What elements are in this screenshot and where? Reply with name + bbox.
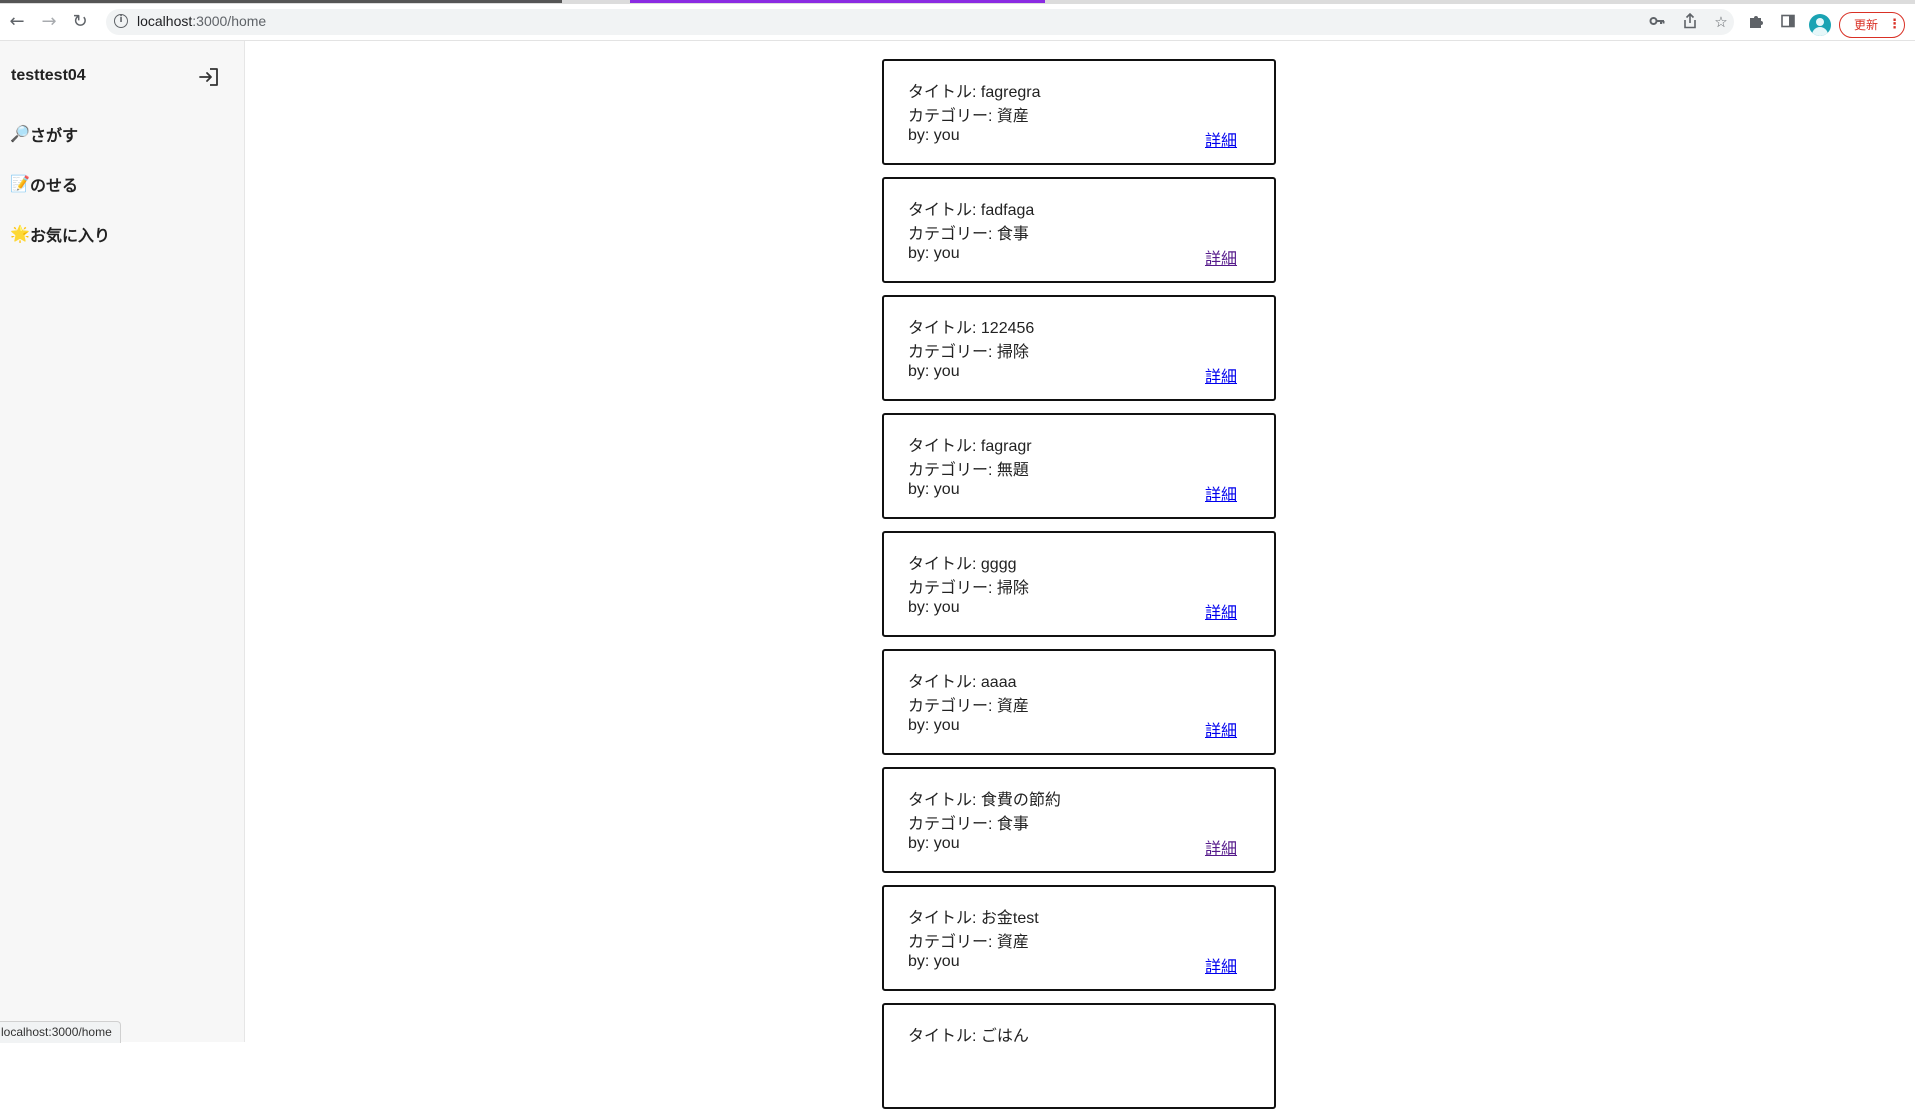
post-card: タイトル: fagragr カテゴリー: 無題 by: you 詳細 bbox=[882, 413, 1276, 519]
menu-item-post[interactable]: 📝 のせる bbox=[10, 172, 78, 196]
card-title: タイトル: gggg bbox=[908, 556, 1017, 573]
user-name: testtest04 bbox=[11, 67, 86, 84]
url-path: :3000/home bbox=[192, 13, 267, 29]
magnifier-icon: 🔎 bbox=[10, 126, 30, 143]
card-title: タイトル: fadfaga bbox=[908, 202, 1035, 219]
address-bar-url[interactable]: localhost:3000/home bbox=[137, 13, 266, 29]
menu-dots-icon: ⋮ bbox=[1888, 17, 1901, 32]
detail-link[interactable]: 詳細 bbox=[1205, 599, 1237, 623]
detail-link[interactable]: 詳細 bbox=[1205, 835, 1237, 859]
card-category: カテゴリー: 食事 bbox=[908, 226, 1029, 243]
card-title: タイトル: ごはん bbox=[908, 1028, 1029, 1045]
card-category: カテゴリー: 資産 bbox=[908, 934, 1029, 951]
post-card: タイトル: fagregra カテゴリー: 資産 by: you 詳細 bbox=[882, 59, 1276, 165]
profile-avatar[interactable] bbox=[1809, 14, 1831, 36]
side-panel-icon[interactable] bbox=[1778, 13, 1798, 33]
forward-arrow-icon[interactable]: → bbox=[37, 10, 61, 34]
menu-item-favorites[interactable]: 🌟 お気に入り bbox=[10, 222, 110, 246]
post-card: タイトル: 食費の節約 カテゴリー: 食事 by: you 詳細 bbox=[882, 767, 1276, 873]
detail-link[interactable]: 詳細 bbox=[1205, 481, 1237, 505]
card-category: カテゴリー: 資産 bbox=[908, 108, 1029, 125]
card-category: カテゴリー: 資産 bbox=[908, 698, 1029, 715]
update-label: 更新 bbox=[1854, 18, 1879, 32]
card-title: タイトル: お金test bbox=[908, 910, 1039, 927]
card-category: カテゴリー: 掃除 bbox=[908, 580, 1029, 597]
post-card: タイトル: gggg カテゴリー: 掃除 by: you 詳細 bbox=[882, 531, 1276, 637]
card-author: by: you bbox=[908, 953, 960, 970]
address-bar[interactable]: i localhost:3000/home ☆ bbox=[106, 9, 1734, 35]
card-title: タイトル: aaaa bbox=[908, 674, 1017, 691]
card-author: by: you bbox=[908, 835, 960, 852]
menu-item-label: のせる bbox=[30, 178, 79, 195]
detail-link[interactable]: 詳細 bbox=[1205, 245, 1237, 269]
share-icon[interactable] bbox=[1681, 12, 1699, 31]
detail-link[interactable]: 詳細 bbox=[1205, 717, 1237, 741]
post-card: タイトル: お金test カテゴリー: 資産 by: you 詳細 bbox=[882, 885, 1276, 991]
detail-link[interactable]: 詳細 bbox=[1205, 363, 1237, 387]
tab-strip-segment bbox=[0, 0, 562, 3]
url-host: localhost bbox=[137, 13, 193, 29]
card-title: タイトル: fagragr bbox=[908, 438, 1032, 455]
extensions-puzzle-icon[interactable] bbox=[1746, 13, 1766, 33]
card-author: by: you bbox=[908, 127, 960, 144]
password-key-icon[interactable] bbox=[1648, 13, 1666, 31]
menu-item-label: お気に入り bbox=[30, 228, 111, 245]
card-category: カテゴリー: 食事 bbox=[908, 816, 1029, 833]
post-card: タイトル: aaaa カテゴリー: 資産 by: you 詳細 bbox=[882, 649, 1276, 755]
site-info-icon[interactable]: i bbox=[114, 14, 128, 28]
memo-icon: 📝 bbox=[10, 176, 30, 193]
sidebar: testtest04 🔎 さがす 📝 のせる 🌟 お気に入り bbox=[0, 41, 245, 1042]
card-author: by: you bbox=[908, 599, 960, 616]
post-card: タイトル: fadfaga カテゴリー: 食事 by: you 詳細 bbox=[882, 177, 1276, 283]
update-button[interactable]: 更新 ⋮ bbox=[1839, 12, 1905, 38]
card-category: カテゴリー: 無題 bbox=[908, 462, 1029, 479]
avatar-body bbox=[1812, 27, 1828, 36]
post-card: タイトル: 122456 カテゴリー: 掃除 by: you 詳細 bbox=[882, 295, 1276, 401]
browser-toolbar: ← → ↻ i localhost:3000/home ☆ 更新 ⋮ bbox=[0, 4, 1915, 41]
back-arrow-icon[interactable]: ← bbox=[5, 10, 29, 34]
link-status-bubble: localhost:3000/home bbox=[0, 1021, 121, 1043]
menu-item-label: さがす bbox=[30, 128, 79, 145]
card-title: タイトル: 食費の節約 bbox=[908, 792, 1061, 809]
menu-item-search[interactable]: 🔎 さがす bbox=[10, 122, 78, 146]
avatar-head bbox=[1816, 18, 1824, 26]
card-title: タイトル: fagregra bbox=[908, 84, 1041, 101]
card-author: by: you bbox=[908, 481, 960, 498]
card-author: by: you bbox=[908, 363, 960, 380]
card-title: タイトル: 122456 bbox=[908, 320, 1035, 337]
card-category: カテゴリー: 掃除 bbox=[908, 344, 1029, 361]
bookmark-star-icon[interactable]: ☆ bbox=[1712, 13, 1730, 31]
star-icon: 🌟 bbox=[10, 226, 30, 243]
post-card: タイトル: ごはん bbox=[882, 1003, 1276, 1109]
detail-link[interactable]: 詳細 bbox=[1205, 127, 1237, 151]
reload-icon[interactable]: ↻ bbox=[68, 10, 92, 34]
logout-icon[interactable] bbox=[197, 65, 221, 89]
card-author: by: you bbox=[908, 245, 960, 262]
detail-link[interactable]: 詳細 bbox=[1205, 953, 1237, 977]
card-author: by: you bbox=[908, 717, 960, 734]
loading-progress-bar bbox=[630, 0, 1045, 3]
